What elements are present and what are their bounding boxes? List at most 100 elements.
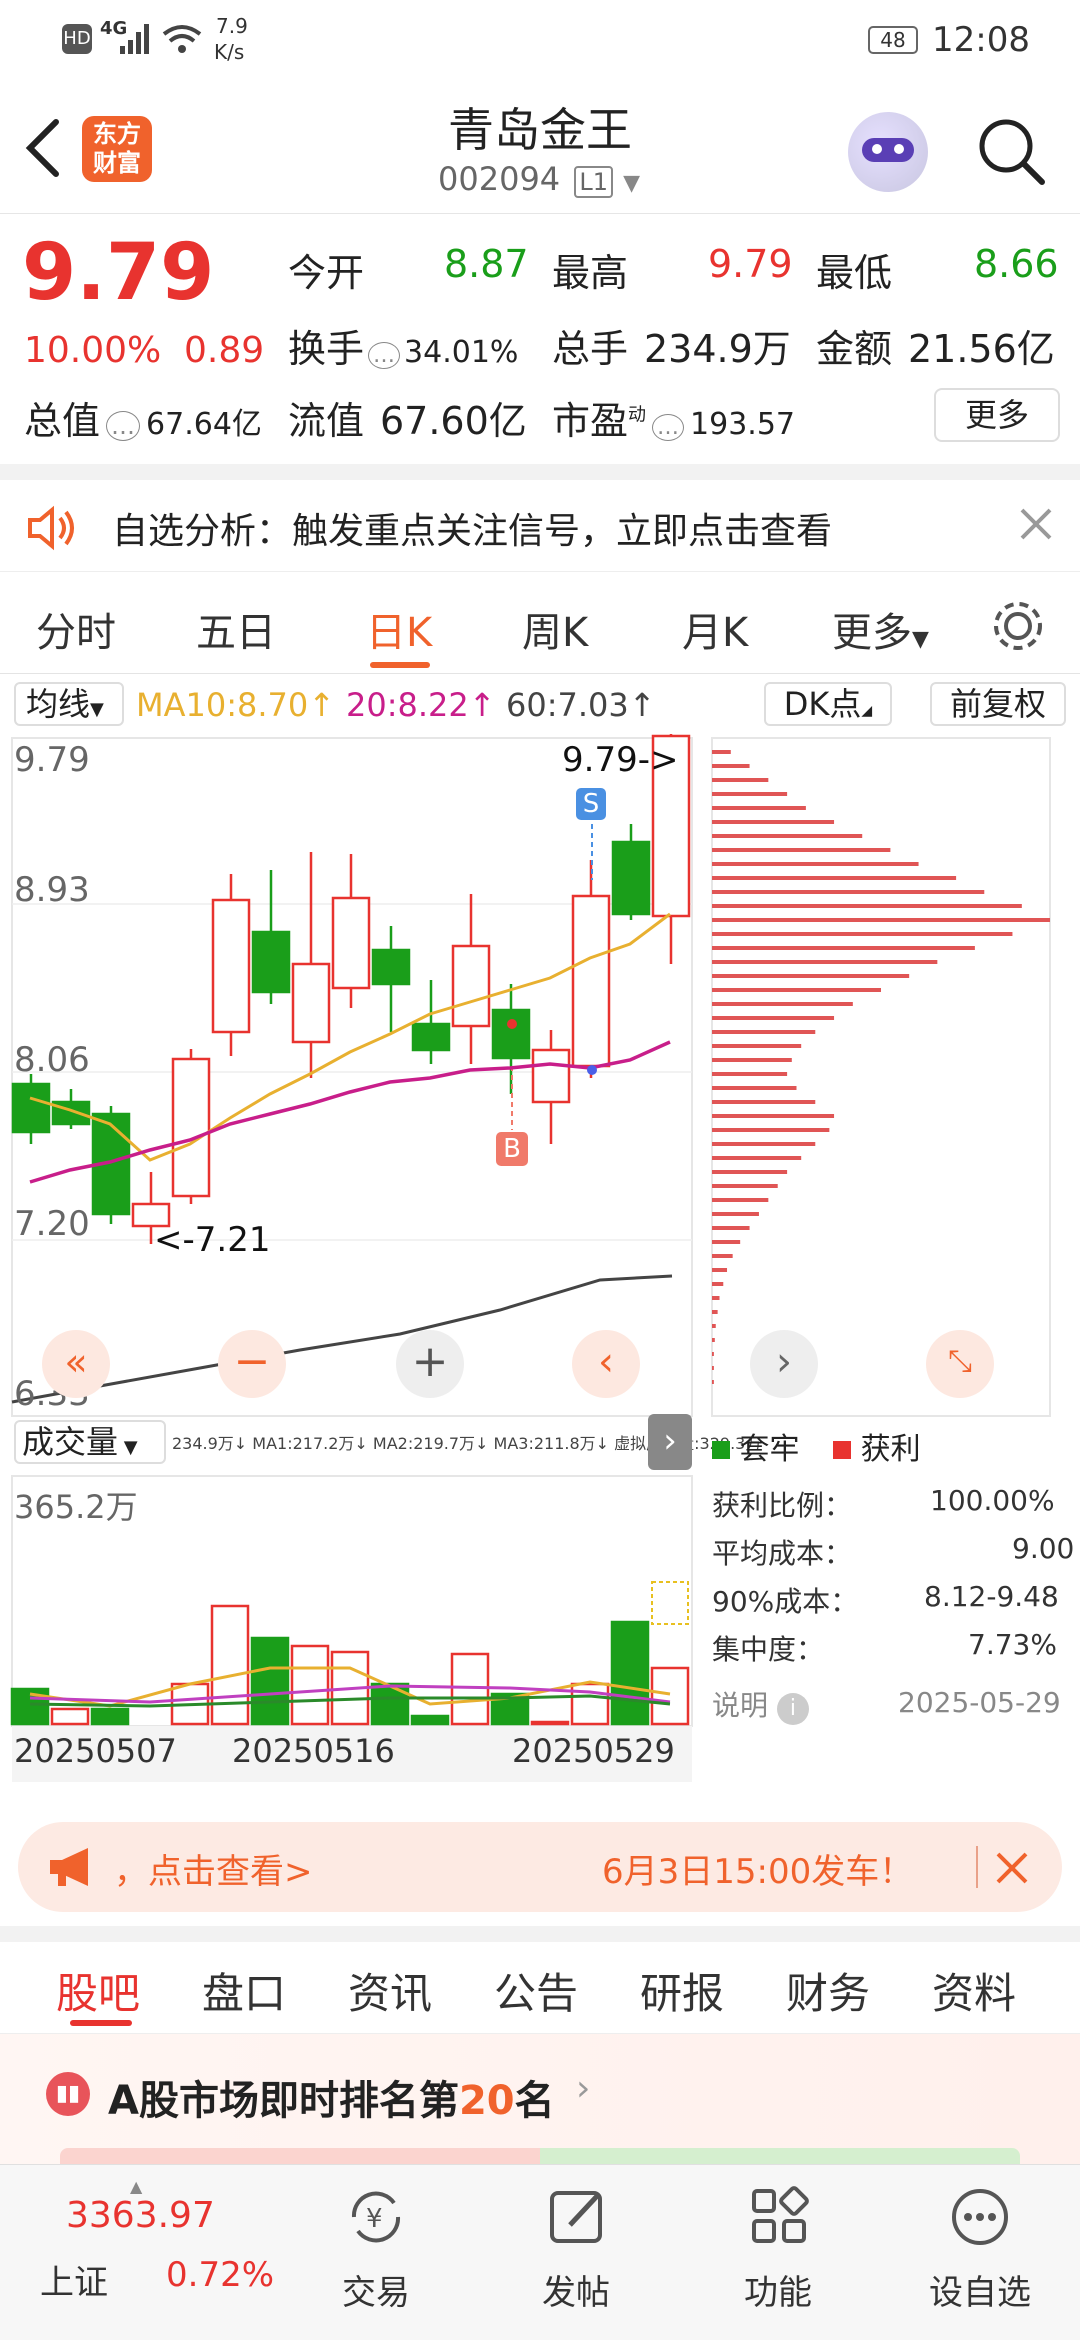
nav-function-label: 功能 (744, 2273, 812, 2313)
amount-value: 21.56亿 (908, 327, 1055, 371)
chip-bar (712, 1240, 741, 1244)
chip-note-link[interactable]: 说明 i (712, 1684, 809, 1725)
low-value: 8.66 (974, 242, 1059, 286)
change-amt: 0.89 (184, 330, 265, 371)
net-speed-value: 7.9 (216, 14, 248, 38)
chip-bar (712, 1282, 724, 1286)
buy-signal-badge[interactable]: B (496, 1132, 528, 1166)
chip-bar (712, 1268, 728, 1272)
fast-back-button[interactable]: « (42, 1330, 110, 1398)
tab-announcements[interactable]: 公告 (494, 1960, 578, 2021)
candle-body (451, 944, 491, 1028)
promo-banner[interactable]: ，点击查看> 6月3日15:00发车！ (18, 1822, 1062, 1912)
index-value[interactable]: 3363.97 (66, 2195, 215, 2236)
status-bar: HD 4G 7.9 K/s 48 12:08 (0, 0, 1080, 82)
ma-selector[interactable]: 均线▼ (14, 682, 124, 726)
chip-bar (712, 1366, 714, 1370)
tab-monthly-k[interactable]: 月K (682, 600, 748, 658)
chip-bar (712, 1058, 792, 1062)
high-price-marker: 9.79-> (562, 740, 679, 780)
section-divider (0, 464, 1080, 480)
info-icon[interactable]: … (652, 414, 685, 441)
sell-signal-badge[interactable]: S (576, 788, 606, 820)
volume-bar (250, 1636, 290, 1726)
promo-divider (976, 1846, 978, 1888)
mktcap-label: 总值 (24, 399, 101, 443)
volume-bar (90, 1707, 130, 1726)
tab-daily-k[interactable]: 日K (366, 600, 432, 658)
tab-five-day[interactable]: 五日 (196, 600, 276, 658)
tab-more[interactable]: 更多▼ (832, 600, 929, 658)
tab-guba[interactable]: 股吧 (56, 1960, 140, 2021)
logo-line2: 财富 (93, 149, 141, 177)
chip-bar (712, 988, 881, 992)
tab-profile[interactable]: 资料 (932, 1960, 1016, 2021)
ma20-label: 20:8.22↑ (346, 686, 496, 724)
expand-right-button[interactable]: › (648, 1414, 692, 1470)
profit-ratio-label: 获利比例： (712, 1489, 853, 1522)
candle-body (571, 894, 611, 1068)
tab-weekly-k[interactable]: 周K (522, 600, 588, 658)
chip-bar (712, 834, 863, 838)
high-label: 最高 (552, 251, 629, 295)
chip-bar (712, 848, 891, 852)
dk-point-label: DK点 (783, 685, 862, 723)
search-icon[interactable] (976, 116, 1046, 186)
chevron-right-icon: › (576, 2068, 591, 2109)
info-icon[interactable]: … (106, 411, 141, 441)
chip-bar (712, 750, 731, 754)
step-back-button[interactable]: ‹ (572, 1330, 640, 1398)
change-pct: 10.00% (24, 330, 162, 371)
turnover-label: 换手 (288, 327, 365, 371)
close-icon[interactable] (992, 1848, 1032, 1888)
tab-research[interactable]: 研报 (640, 1960, 724, 2021)
price-tick-max: 9.79 (14, 740, 90, 780)
rank-chart-icon: ▮▮ (46, 2072, 90, 2116)
price-adjust-button[interactable]: 前复权 (930, 682, 1066, 726)
pe-value: 193.57 (690, 407, 795, 442)
stock-code-row[interactable]: 002094 L1 ▼ (438, 160, 640, 198)
signal-icon (120, 24, 149, 54)
zoom-in-button[interactable]: + (396, 1330, 464, 1398)
ma10-label: MA10:8.70↑ (136, 686, 336, 724)
rank-text: A股市场即时排名第20名 (108, 2068, 555, 2126)
trapped-label: 套牢 (739, 1432, 800, 1467)
volume-selector[interactable]: 成交量 ▼ (14, 1420, 166, 1464)
info-icon[interactable]: … (368, 342, 401, 369)
robot-avatar[interactable] (848, 112, 928, 192)
chip-bar (712, 1198, 769, 1202)
level-badge: L1 (574, 166, 613, 198)
fullscreen-button[interactable]: ⤡ (926, 1330, 994, 1398)
close-icon[interactable] (1016, 504, 1056, 544)
candle-body (371, 948, 411, 986)
chip-bar (712, 974, 910, 978)
analysis-alert[interactable]: 自选分析：触发重点关注信号，立即点击查看 (0, 480, 1080, 572)
ma-selector-label: 均线 (26, 685, 91, 723)
market-rank-card[interactable]: ▮▮ A股市场即时排名第20名 › (0, 2034, 1080, 2164)
tab-intraday[interactable]: 分时 (36, 600, 116, 658)
chip-date: 2025-05-29 (898, 1686, 1061, 1719)
pe-row: 市盈动… 193.57 (552, 390, 795, 445)
pe-superscript: 动 (628, 404, 647, 426)
chip-bar (712, 1352, 714, 1356)
back-arrow-icon[interactable] (22, 118, 62, 178)
chip-bar (712, 1002, 853, 1006)
chip-bar (712, 1380, 714, 1384)
tab-financials[interactable]: 财务 (786, 1960, 870, 2021)
chip-bar (712, 932, 1013, 936)
dk-point-button[interactable]: DK点◢ (764, 682, 892, 726)
ma-cross-dot (587, 1065, 597, 1075)
gear-icon[interactable] (990, 598, 1046, 654)
avg-cost-label: 平均成本： (712, 1537, 853, 1570)
zoom-out-button[interactable]: − (218, 1330, 286, 1398)
chip-bar (712, 1128, 830, 1132)
chip-bar (712, 904, 1022, 908)
tab-order-book[interactable]: 盘口 (202, 1960, 286, 2021)
volume-value: 234.9万 (644, 327, 791, 371)
tab-news[interactable]: 资讯 (348, 1960, 432, 2021)
date-mid: 20250516 (232, 1732, 395, 1770)
more-button[interactable]: 更多 (934, 388, 1060, 442)
step-forward-button[interactable]: › (750, 1330, 818, 1398)
rank-number: 20 (458, 2078, 515, 2124)
dropdown-triangle-icon: ▼ (90, 699, 104, 720)
